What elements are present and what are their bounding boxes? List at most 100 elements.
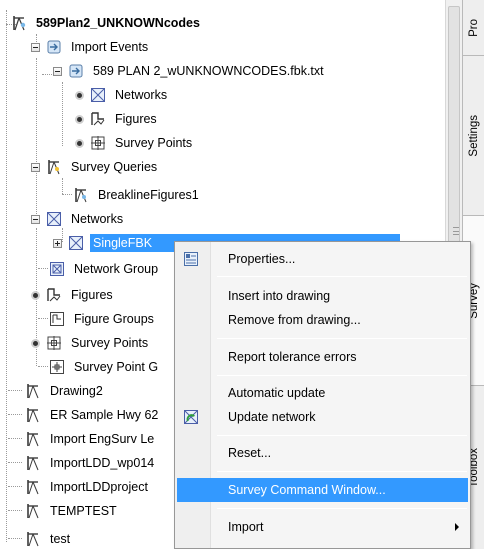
tree-node-label: Import EngSurv Le — [50, 432, 155, 446]
survey-point-icon — [45, 334, 63, 352]
menu-item-label: Survey Command Window... — [228, 483, 386, 497]
tree-line — [38, 318, 48, 319]
tree-node-label: Import Events — [71, 40, 149, 54]
tab-settings[interactable]: Settings — [463, 56, 484, 216]
survey-database-icon — [24, 478, 42, 496]
tree-node-import-file[interactable]: 589 PLAN 2_wUNKNOWNCODES.fbk.txt — [53, 59, 327, 83]
menu-item-automatic-update[interactable]: Automatic update — [177, 381, 468, 405]
tree-node-label: 589 PLAN 2_wUNKNOWNCODES.fbk.txt — [93, 64, 324, 78]
survey-query-icon — [72, 186, 90, 204]
submenu-arrow-icon — [455, 523, 459, 531]
tree-node-file-survey-points[interactable]: Survey Points — [75, 131, 195, 155]
menu-item-label: Update network — [228, 410, 316, 424]
context-menu: Properties... Insert into drawing Remove… — [174, 241, 471, 549]
tree-node-network-groups[interactable]: Network Group — [48, 257, 161, 281]
tree-node-figures[interactable]: Figures — [31, 283, 116, 307]
menu-separator — [217, 471, 467, 472]
update-network-icon — [182, 408, 200, 426]
menu-item-import[interactable]: Import — [177, 515, 468, 539]
menu-separator — [217, 435, 467, 436]
bullet-icon — [75, 114, 84, 124]
tree-line — [6, 10, 7, 542]
tree-node-breakline-figures[interactable]: BreaklineFigures1 — [72, 183, 202, 207]
menu-separator — [217, 276, 467, 277]
tree-node-label: Network Group — [74, 262, 159, 276]
tree-line — [8, 462, 22, 463]
tree-node-label: Figures — [71, 288, 113, 302]
survey-database-icon — [24, 382, 42, 400]
tree-node-label: Survey Points — [71, 336, 149, 350]
tree-node-import-events[interactable]: Import Events — [31, 35, 151, 59]
tree-node-import-engsurv[interactable]: Import EngSurv Le — [24, 427, 157, 451]
tree-node-figure-groups[interactable]: Figure Groups — [48, 307, 157, 331]
menu-item-report-tolerance-errors[interactable]: Report tolerance errors — [177, 345, 468, 369]
tab-prospector[interactable]: Pro — [463, 0, 484, 56]
tree-line — [8, 390, 22, 391]
menu-item-insert-into-drawing[interactable]: Insert into drawing — [177, 284, 468, 308]
tree-node-survey-point-groups[interactable]: Survey Point G — [48, 355, 161, 379]
tree-node-er-sample[interactable]: ER Sample Hwy 62 — [24, 403, 161, 427]
bullet-icon — [75, 90, 84, 100]
survey-point-icon — [89, 134, 107, 152]
tree-line — [38, 268, 48, 269]
bullet-icon — [75, 138, 84, 148]
survey-database-icon — [24, 502, 42, 520]
menu-item-update-network[interactable]: Update network — [177, 405, 468, 429]
tree-node-label: Networks — [71, 212, 124, 226]
tree-node-importldd-wp[interactable]: ImportLDD_wp014 — [24, 451, 157, 475]
tab-label: Pro — [468, 18, 480, 37]
menu-separator — [217, 508, 467, 509]
tree-node-label: Figure Groups — [74, 312, 154, 326]
collapse-toggle-icon[interactable] — [31, 162, 40, 172]
tree-node-file-figures[interactable]: Figures — [75, 107, 160, 131]
tree-node-label: Survey Point G — [74, 360, 159, 374]
tree-node-survey-points[interactable]: Survey Points — [31, 331, 151, 355]
tree-line — [8, 438, 22, 439]
tree-node-drawing2[interactable]: Drawing2 — [24, 379, 106, 403]
tree-node-project[interactable]: 589Plan2_UNKNOWNcodes — [10, 11, 203, 35]
tree-node-temptest[interactable]: TEMPTEST — [24, 499, 120, 523]
tree-node-file-networks[interactable]: Networks — [75, 83, 170, 107]
tree-line — [62, 194, 72, 195]
figure-group-icon — [48, 310, 66, 328]
tree-node-label: Survey Queries — [71, 160, 158, 174]
collapse-toggle-icon[interactable] — [31, 42, 40, 52]
tree-node-label: Survey Points — [115, 136, 193, 150]
bullet-icon — [31, 290, 40, 300]
tree-node-label: ImportLDDproject — [50, 480, 148, 494]
tree-node-survey-queries[interactable]: Survey Queries — [31, 155, 160, 179]
expand-toggle-icon[interactable] — [53, 238, 62, 248]
import-event-icon — [67, 62, 85, 80]
tree-node-label: TEMPTEST — [50, 504, 117, 518]
tree-line — [8, 486, 22, 487]
tree-line — [38, 366, 48, 367]
menu-item-reset[interactable]: Reset... — [177, 441, 468, 465]
tree-line — [42, 74, 52, 75]
survey-point-group-icon — [48, 358, 66, 376]
menu-item-survey-command-window[interactable]: Survey Command Window... — [177, 478, 468, 502]
tree-line — [8, 538, 22, 539]
menu-item-label: Reset... — [228, 446, 272, 460]
collapse-toggle-icon[interactable] — [53, 66, 62, 76]
tree-node-networks[interactable]: Networks — [31, 207, 126, 231]
tree-line — [8, 510, 22, 511]
collapse-toggle-icon[interactable] — [31, 214, 40, 224]
bullet-icon — [31, 338, 40, 348]
menu-item-remove-from-drawing[interactable]: Remove from drawing... — [177, 308, 468, 332]
tree-node-label: BreaklineFigures1 — [98, 188, 199, 202]
menu-item-label: Automatic update — [228, 386, 326, 400]
menu-item-label: Remove from drawing... — [228, 313, 361, 327]
figure-icon — [45, 286, 63, 304]
menu-item-properties[interactable]: Properties... — [177, 247, 468, 271]
network-icon — [89, 86, 107, 104]
menu-item-label: Insert into drawing — [228, 289, 331, 303]
tree-node-test[interactable]: test — [24, 527, 73, 549]
tree-node-importldd-project[interactable]: ImportLDDproject — [24, 475, 151, 499]
scrollbar-grip-icon — [453, 227, 459, 235]
import-event-icon — [45, 38, 63, 56]
properties-icon — [182, 250, 200, 268]
tree-line — [36, 58, 37, 216]
survey-database-icon — [24, 430, 42, 448]
survey-database-icon — [24, 454, 42, 472]
tree-line — [62, 178, 63, 194]
